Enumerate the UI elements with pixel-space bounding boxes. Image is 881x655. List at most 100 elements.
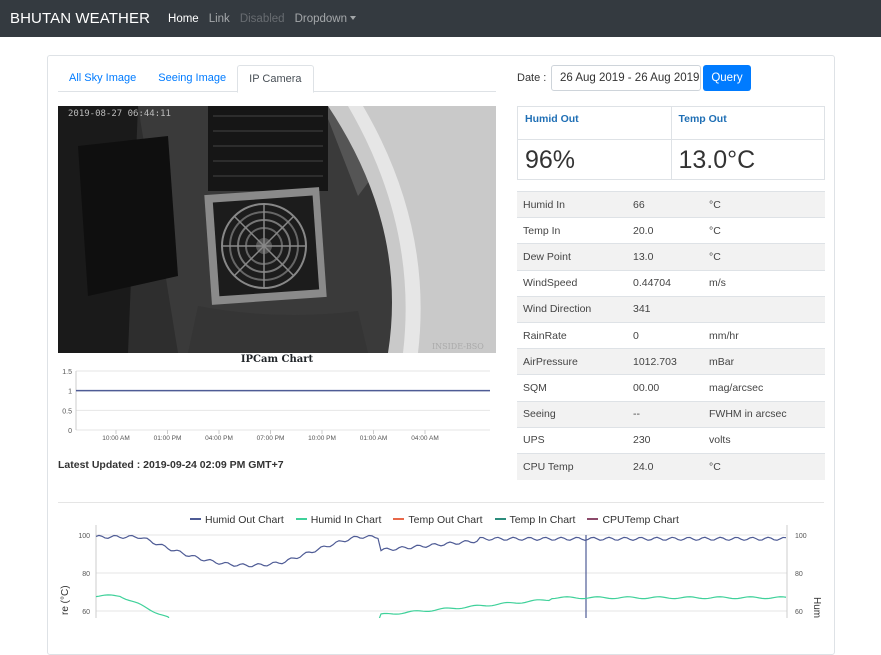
y-tick-label: 1.5 xyxy=(62,369,72,376)
humid-out-label: Humid Out xyxy=(525,113,579,125)
y-tick-label: 1 xyxy=(68,389,72,396)
caret-down-icon xyxy=(349,15,356,20)
nav-home[interactable]: Home xyxy=(168,13,199,25)
right-tick-label: 60 xyxy=(795,609,803,616)
x-tick-label: 10:00 PM xyxy=(308,435,336,442)
stats-row: SQM 00.00 mag/arcsec xyxy=(517,374,825,401)
right-axis-label: Hum xyxy=(811,597,822,618)
ipcam-chart: 1.5 1 0.5 0 10:00 AM 01:00 PM 04:00 PM 07:00 PM… xyxy=(62,369,490,442)
legend-swatch xyxy=(295,518,307,520)
humid-out-line xyxy=(95,534,787,568)
stat-unit: mm/hr xyxy=(703,321,825,349)
stat-label: Wind Direction xyxy=(517,295,627,323)
stat-label: Temp In xyxy=(517,217,627,244)
legend-swatch xyxy=(587,518,599,520)
stat-label: Seeing xyxy=(517,400,627,428)
stat-unit: m/s xyxy=(703,269,825,297)
stats-row: UPS 230 volts xyxy=(517,426,825,454)
tab-ip-camera[interactable]: IP Camera xyxy=(237,65,314,93)
stat-unit xyxy=(703,295,825,323)
outdoor-stats: Humid Out 96% Temp Out 13.0°C xyxy=(517,106,825,180)
nav-disabled: Disabled xyxy=(239,12,285,25)
tab-seeing-image[interactable]: Seeing Image xyxy=(147,65,237,92)
stat-value: 341 xyxy=(627,295,703,323)
left-tick-label: 100 xyxy=(78,533,90,540)
stat-label: WindSpeed xyxy=(517,269,627,297)
tab-all-sky-image[interactable]: All Sky Image xyxy=(58,65,147,92)
query-button[interactable]: Query xyxy=(703,65,751,91)
nav-dropdown[interactable]: Dropdown xyxy=(295,13,356,25)
image-tabs: All Sky Image Seeing Image IP Camera xyxy=(58,65,496,93)
nav-dropdown-label: Dropdown xyxy=(294,12,347,25)
legend-swatch xyxy=(494,518,506,520)
stat-label: RainRate xyxy=(517,321,627,349)
stat-unit: °C xyxy=(703,452,825,480)
nav-link[interactable]: Link xyxy=(209,13,230,25)
left-tick-label: 80 xyxy=(82,571,90,578)
stat-value: 0 xyxy=(627,321,703,349)
main-chart: 100 100 80 80 60 60 re (°C) Hum xyxy=(60,525,822,618)
temp-out-cell: Temp Out 13.0°C xyxy=(671,107,824,179)
stats-row: Wind Direction 341 xyxy=(517,295,825,323)
stats-row: Seeing -- FWHM in arcsec xyxy=(517,400,825,428)
divider xyxy=(58,502,824,503)
date-label: Date : xyxy=(517,72,547,84)
stat-unit: volts xyxy=(703,426,825,454)
humid-out-value: 96% xyxy=(518,139,671,175)
stat-value: 20.0 xyxy=(627,217,703,244)
camera-scene: 2019-08-27 06:44:11 INSIDE-BSO xyxy=(58,106,496,353)
date-range-input[interactable]: 26 Aug 2019 - 26 Aug 2019 xyxy=(551,65,701,91)
x-tick-label: 04:00 AM xyxy=(411,435,438,442)
latest-updated: Latest Updated : 2019-09-24 02:09 PM GMT… xyxy=(58,459,284,471)
stats-row: Temp In 20.0 °C xyxy=(517,217,825,244)
stat-label: Humid In xyxy=(517,190,627,218)
humid-in-line xyxy=(95,594,787,618)
stat-value: 0.44704 xyxy=(627,269,703,297)
camera-watermark: INSIDE-BSO xyxy=(432,342,484,351)
x-tick-label: 01:00 PM xyxy=(154,435,182,442)
legend-swatch xyxy=(393,518,405,520)
ipcam-chart-title: IPCam Chart xyxy=(240,354,314,365)
stat-label: Dew Point xyxy=(517,243,627,271)
stat-value: -- xyxy=(627,400,703,428)
right-tick-label: 80 xyxy=(795,571,803,578)
left-tick-label: 60 xyxy=(82,609,90,616)
stat-unit: FWHM in arcsec xyxy=(703,400,825,428)
x-tick-label: 10:00 AM xyxy=(102,435,129,442)
stat-label: AirPressure xyxy=(517,348,627,375)
x-tick-label: 04:00 PM xyxy=(205,435,233,442)
stat-value: 13.0 xyxy=(627,243,703,271)
stat-value: 00.00 xyxy=(627,374,703,401)
left-axis-label: re (°C) xyxy=(60,585,71,615)
brand[interactable]: BHUTAN WEATHER xyxy=(10,10,150,27)
right-tick-label: 100 xyxy=(795,533,807,540)
stats-row: WindSpeed 0.44704 m/s xyxy=(517,269,825,297)
stats-row: AirPressure 1012.703 mBar xyxy=(517,348,825,375)
stat-unit: °C xyxy=(703,243,825,271)
stat-label: UPS xyxy=(517,426,627,454)
stat-unit: mag/arcsec xyxy=(703,374,825,401)
stat-value: 66 xyxy=(627,190,703,218)
stats-table: Humid In 66 °C Temp In 20.0 °C Dew Point 13.0 °C… xyxy=(517,190,825,480)
temp-out-label: Temp Out xyxy=(678,113,727,125)
stats-row: Dew Point 13.0 °C xyxy=(517,243,825,271)
stat-unit: °C xyxy=(703,217,825,244)
x-tick-label: 07:00 PM xyxy=(257,435,285,442)
y-tick-label: 0 xyxy=(68,428,72,435)
y-tick-label: 0.5 xyxy=(62,408,72,415)
temp-out-value: 13.0°C xyxy=(671,139,824,175)
camera-timestamp: 2019-08-27 06:44:11 xyxy=(68,109,171,119)
x-tick-label: 01:00 AM xyxy=(360,435,387,442)
humid-out-cell: Humid Out 96% xyxy=(518,107,672,179)
stat-value: 1012.703 xyxy=(627,348,703,375)
stat-unit: °C xyxy=(703,190,825,218)
stat-value: 230 xyxy=(627,426,703,454)
stat-label: CPU Temp xyxy=(517,452,627,480)
stats-row: CPU Temp 24.0 °C xyxy=(517,452,825,480)
stat-value: 24.0 xyxy=(627,452,703,480)
stat-unit: mBar xyxy=(703,348,825,375)
stat-label: SQM xyxy=(517,374,627,401)
stats-row: Humid In 66 °C xyxy=(517,190,825,218)
navbar: BHUTAN WEATHER Home Link Disabled Dropdo… xyxy=(0,0,881,37)
legend-swatch xyxy=(190,518,201,520)
